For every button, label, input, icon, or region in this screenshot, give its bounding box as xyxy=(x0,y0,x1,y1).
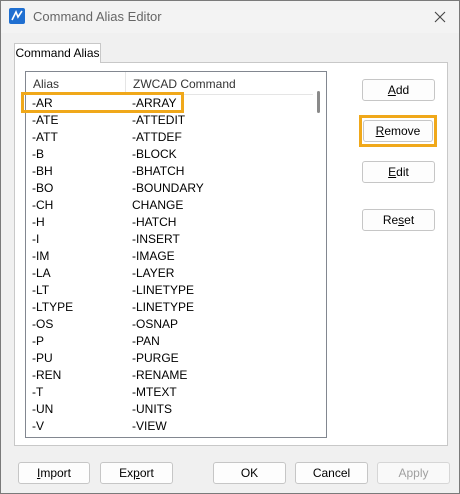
ok-button[interactable]: OK xyxy=(213,462,286,484)
command-cell: -HATCH xyxy=(132,215,177,229)
column-header-command[interactable]: ZWCAD Command xyxy=(126,72,313,94)
vertical-scrollbar[interactable] xyxy=(313,72,326,437)
alias-cell: -B xyxy=(32,147,44,161)
alias-cell: -I xyxy=(32,232,40,246)
tab-command-alias[interactable]: Command Alias xyxy=(14,43,101,63)
table-row[interactable]: -BH -BHATCH xyxy=(26,163,313,180)
table-row[interactable]: -V -VIEW xyxy=(26,418,313,435)
table-row[interactable]: -CH CHANGE xyxy=(26,197,313,214)
zwcad-app-icon xyxy=(9,8,25,24)
alias-cell: -V xyxy=(32,419,44,433)
alias-cell: -LTYPE xyxy=(32,300,74,314)
command-cell: -IMAGE xyxy=(132,249,175,263)
alias-cell: -P xyxy=(32,334,44,348)
command-cell: -UNITS xyxy=(132,402,172,416)
alias-cell: -LT xyxy=(32,283,50,297)
table-row[interactable]: -I -INSERT xyxy=(26,231,313,248)
table-row[interactable]: -OS -OSNAP xyxy=(26,316,313,333)
alias-cell: -REN xyxy=(32,368,62,382)
command-cell: -INSERT xyxy=(132,232,180,246)
list-header: Alias ZWCAD Command xyxy=(26,72,313,95)
command-cell: -LINETYPE xyxy=(132,283,195,297)
command-cell: -OSNAP xyxy=(132,317,179,331)
close-icon xyxy=(434,11,446,23)
command-cell: -VIEW xyxy=(132,419,167,433)
alias-cell: -ATE xyxy=(32,113,59,127)
command-cell: -BHATCH xyxy=(132,164,185,178)
remove-button[interactable]: Remove xyxy=(363,120,433,142)
column-header-alias[interactable]: Alias xyxy=(26,72,126,94)
import-button[interactable]: Import xyxy=(18,462,90,484)
export-button[interactable]: Export xyxy=(100,462,173,484)
close-button[interactable] xyxy=(427,5,453,29)
alias-cell: -LA xyxy=(32,266,51,280)
alias-cell: -IM xyxy=(32,249,50,263)
command-alias-editor-window: Command Alias Editor Command Alias Alias… xyxy=(0,0,460,494)
cancel-button[interactable]: Cancel xyxy=(295,462,368,484)
table-row[interactable]: -LT -LINETYPE xyxy=(26,282,313,299)
table-row[interactable]: -UN -UNITS xyxy=(26,401,313,418)
alias-cell: -OS xyxy=(32,317,54,331)
command-cell: -MTEXT xyxy=(132,385,177,399)
command-cell: -RENAME xyxy=(132,368,188,382)
alias-cell: -UN xyxy=(32,402,54,416)
table-row[interactable]: -B -BLOCK xyxy=(26,146,313,163)
command-cell: -ATTDEF xyxy=(132,130,182,144)
alias-cell: -AR xyxy=(32,96,53,110)
table-row[interactable]: -H -HATCH xyxy=(26,214,313,231)
edit-button[interactable]: Edit xyxy=(362,161,435,183)
alias-cell: -CH xyxy=(32,198,54,212)
alias-cell: -T xyxy=(32,385,44,399)
table-row[interactable]: -LA -LAYER xyxy=(26,265,313,282)
table-row[interactable]: -LTYPE -LINETYPE xyxy=(26,299,313,316)
table-row[interactable]: -IM -IMAGE xyxy=(26,248,313,265)
table-row[interactable]: -PU -PURGE xyxy=(26,350,313,367)
command-cell: -ARRAY xyxy=(132,96,177,110)
apply-button[interactable]: Apply xyxy=(377,462,450,484)
alias-list[interactable]: Alias ZWCAD Command -AR -ARRAY -ATE -ATTEDI… xyxy=(25,71,327,438)
table-row[interactable]: -ATE -ATTEDIT xyxy=(26,112,313,129)
command-cell: CHANGE xyxy=(132,198,184,212)
title-bar: Command Alias Editor xyxy=(1,1,459,33)
command-cell: -BLOCK xyxy=(132,147,177,161)
command-cell: -BOUNDARY xyxy=(132,181,204,195)
command-cell: -ATTEDIT xyxy=(132,113,186,127)
command-cell: -LINETYPE xyxy=(132,300,195,314)
command-cell: -PAN xyxy=(132,334,160,348)
window-title: Command Alias Editor xyxy=(33,9,162,24)
command-cell: -PURGE xyxy=(132,351,179,365)
command-cell: -LAYER xyxy=(132,266,175,280)
table-row[interactable]: -BO -BOUNDARY xyxy=(26,180,313,197)
table-row[interactable]: -T -MTEXT xyxy=(26,384,313,401)
table-row[interactable]: -REN -RENAME xyxy=(26,367,313,384)
reset-button[interactable]: Reset xyxy=(362,209,435,231)
alias-cell: -PU xyxy=(32,351,53,365)
alias-cell: -BH xyxy=(32,164,53,178)
list-rows: -AR -ARRAY -ATE -ATTEDIT -ATT -ATTDEF -B -BLOCK… xyxy=(26,95,313,435)
scrollbar-thumb[interactable] xyxy=(317,91,320,113)
table-row[interactable]: -AR -ARRAY xyxy=(26,95,313,112)
alias-cell: -BO xyxy=(32,181,54,195)
table-row[interactable]: -P -PAN xyxy=(26,333,313,350)
table-row[interactable]: -ATT -ATTDEF xyxy=(26,129,313,146)
add-button[interactable]: Add xyxy=(362,79,435,101)
alias-cell: -H xyxy=(32,215,45,229)
alias-cell: -ATT xyxy=(32,130,58,144)
